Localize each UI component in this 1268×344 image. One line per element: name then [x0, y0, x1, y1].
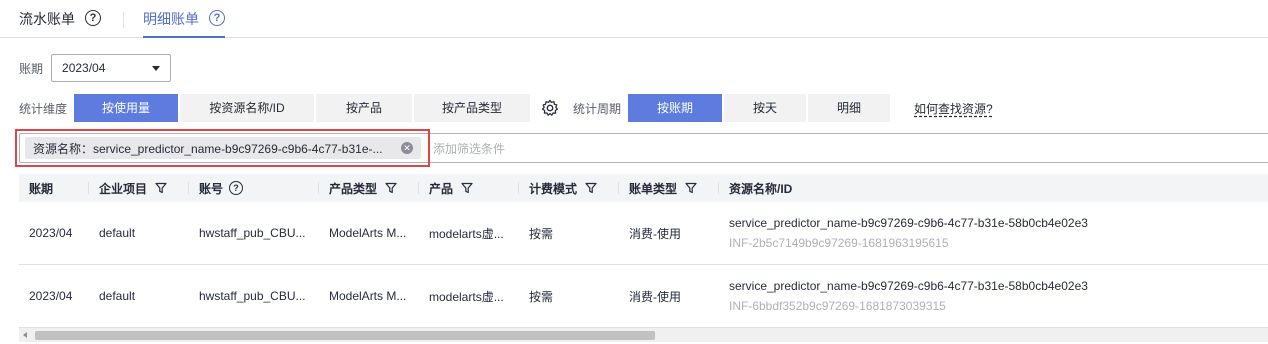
dimension-option-product[interactable]: 按产品: [316, 94, 413, 122]
cell-billing-mode: 按需: [529, 226, 554, 241]
help-icon[interactable]: ?: [85, 10, 101, 26]
cycle-option-day[interactable]: 按天: [724, 94, 807, 122]
gear-icon[interactable]: [541, 99, 559, 117]
dimension-label: 统计维度: [19, 101, 68, 116]
dimension-option-product-type[interactable]: 按产品类型: [414, 94, 531, 122]
resource-name: service_predictor_name-b9c97269-c9b6-4c7…: [729, 216, 1088, 230]
close-icon[interactable]: ✕: [401, 142, 413, 154]
cell-period: 2023/04: [29, 226, 73, 240]
column-header: 产品类型: [319, 174, 419, 202]
cell-resource: service_predictor_name-b9c97269-c9b6-4c7…: [719, 277, 1268, 315]
cell-project: default: [99, 289, 136, 303]
cell-account: hwstaff_pub_CBU...: [199, 289, 306, 303]
column-header: 产品: [419, 174, 519, 202]
bill-tabs: 流水账单 ? 明细账单 ?: [0, 0, 1268, 38]
column-header: 企业项目: [89, 174, 189, 202]
period-value: 2023/04: [62, 61, 106, 75]
cycle-label: 统计周期: [573, 101, 622, 116]
period-row: 账期 2023/04: [19, 54, 172, 82]
horizontal-scrollbar[interactable]: [19, 328, 1268, 342]
cycle-option-billing[interactable]: 按账期: [628, 94, 723, 122]
cycle-segmented: 按账期 按天 明细: [628, 94, 892, 122]
resource-id: INF-6bbdf352b9c97269-1681873039315: [729, 299, 946, 313]
filter-icon[interactable]: [155, 182, 167, 194]
tab-label: 明细账单: [143, 11, 199, 27]
period-label: 账期: [19, 61, 44, 76]
cell-product: modelarts虚...: [429, 226, 504, 241]
cell-project: default: [99, 226, 136, 240]
column-header: 资源名称/ID: [729, 181, 793, 196]
tab-transaction-bill[interactable]: 流水账单 ?: [19, 8, 101, 38]
table-row: 2023/04 default hwstaff_pub_CBU... Model…: [19, 202, 1268, 265]
cell-billing-mode: 按需: [529, 289, 554, 304]
filter-bar[interactable]: 资源名称：service_predictor_name-b9c97269-c9b…: [19, 133, 1268, 163]
cell-period: 2023/04: [29, 289, 73, 303]
cell-bill-type: 消费-使用: [629, 289, 681, 304]
tab-divider: [123, 12, 124, 28]
filter-icon[interactable]: [585, 182, 597, 194]
column-header: 账期: [19, 174, 89, 202]
resource-id: INF-2b5c7149b9c97269-1681963195615: [729, 236, 949, 250]
column-header: 计费模式: [519, 174, 619, 202]
help-icon[interactable]: ?: [209, 10, 225, 26]
cell-account: hwstaff_pub_CBU...: [199, 226, 306, 240]
filter-icon[interactable]: [461, 182, 473, 194]
bill-table: 账期 企业项目 账号 ? 产品类型 产品 计费模式 账单类型 资源名称/ID 2…: [19, 174, 1268, 328]
find-resource-link[interactable]: 如何查找资源?: [914, 100, 993, 117]
help-icon[interactable]: ?: [229, 181, 244, 195]
cell-resource: service_predictor_name-b9c97269-c9b6-4c7…: [719, 214, 1268, 252]
scroll-left-icon[interactable]: [23, 332, 27, 338]
filter-icon[interactable]: [385, 182, 397, 194]
cell-product: modelarts虚...: [429, 289, 504, 304]
dimension-option-usage[interactable]: 按使用量: [74, 94, 179, 122]
column-header: 账号 ?: [189, 174, 319, 202]
column-header: 账单类型: [619, 174, 719, 202]
filter-chip-text: 资源名称：service_predictor_name-b9c97269-c9b…: [33, 141, 383, 156]
cell-product-type: ModelArts M...: [329, 289, 407, 303]
chevron-down-icon: [152, 65, 161, 71]
dimension-row: 统计维度 按使用量 按资源名称/ID 按产品 按产品类型 统计周期 按账期 按天…: [19, 94, 993, 122]
period-select[interactable]: 2023/04: [51, 54, 172, 82]
cycle-option-detail[interactable]: 明细: [808, 94, 891, 122]
dimension-option-resource[interactable]: 按资源名称/ID: [180, 94, 315, 122]
cell-product-type: ModelArts M...: [329, 226, 407, 240]
tab-label: 流水账单: [19, 11, 75, 27]
scrollbar-thumb[interactable]: [35, 331, 655, 340]
cell-bill-type: 消费-使用: [629, 226, 681, 241]
tab-detail-bill[interactable]: 明细账单 ?: [143, 8, 225, 38]
resource-name: service_predictor_name-b9c97269-c9b6-4c7…: [729, 279, 1088, 293]
filter-placeholder: 添加筛选条件: [433, 141, 506, 156]
table-row: 2023/04 default hwstaff_pub_CBU... Model…: [19, 265, 1268, 328]
filter-icon[interactable]: [685, 182, 697, 194]
dimension-segmented: 按使用量 按资源名称/ID 按产品 按产品类型: [74, 94, 532, 122]
table-header: 账期 企业项目 账号 ? 产品类型 产品 计费模式 账单类型 资源名称/ID: [19, 174, 1268, 202]
filter-chip[interactable]: 资源名称：service_predictor_name-b9c97269-c9b…: [25, 137, 421, 159]
